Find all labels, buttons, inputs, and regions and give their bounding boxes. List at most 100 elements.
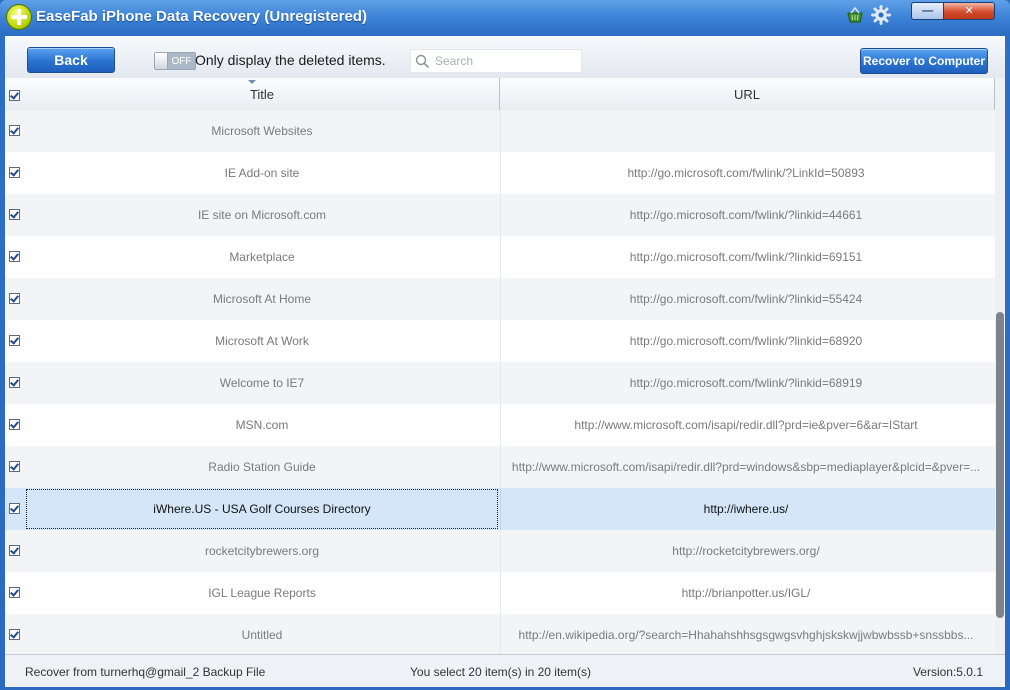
search-input[interactable]	[433, 52, 579, 70]
back-button[interactable]: Back	[27, 47, 115, 73]
row-checkbox[interactable]	[9, 503, 20, 514]
checkbox-checked-icon	[9, 90, 20, 101]
cell-title: Radio Station Guide	[25, 446, 499, 488]
title-text: Marketplace	[229, 250, 295, 264]
title-text: MSN.com	[235, 418, 289, 432]
table-row[interactable]: IE Add-on site http://go.microsoft.com/f…	[5, 152, 995, 194]
table-row[interactable]: MSN.com http://www.microsoft.com/isapi/r…	[5, 404, 995, 446]
table-row[interactable]: iWhere.US - USA Golf Courses Directory h…	[5, 488, 995, 530]
row-checkbox[interactable]	[9, 167, 20, 178]
cell-url: http://go.microsoft.com/fwlink/?linkid=6…	[500, 362, 991, 404]
vertical-scrollbar[interactable]	[995, 78, 1005, 654]
sort-indicator-icon	[248, 80, 256, 84]
title-text: IE Add-on site	[224, 166, 300, 180]
checkbox-checked-icon	[9, 377, 20, 388]
row-checkbox[interactable]	[9, 461, 20, 472]
title-text: Microsoft At Home	[212, 292, 312, 306]
cell-title: Untitled	[25, 614, 499, 654]
row-checkbox[interactable]	[9, 545, 20, 556]
title-text: IE site on Microsoft.com	[197, 208, 327, 222]
checkbox-checked-icon	[9, 503, 20, 514]
cell-title: Microsoft Websites	[25, 110, 499, 152]
checkbox-checked-icon	[9, 293, 20, 304]
cell-url: http://www.microsoft.com/isapi/redir.dll…	[500, 404, 991, 446]
title-bar[interactable]: EaseFab iPhone Data Recovery (Unregister…	[0, 0, 1010, 34]
cell-title: Microsoft At Home	[25, 278, 499, 320]
status-version: Version:5.0.1	[912, 665, 983, 679]
scrollbar-thumb[interactable]	[996, 312, 1004, 618]
table-row[interactable]: Microsoft Websites	[5, 110, 995, 152]
settings-gear-icon[interactable]	[871, 5, 891, 25]
title-text: Radio Station Guide	[208, 460, 316, 474]
cell-title: IGL League Reports	[25, 572, 499, 614]
cell-url: http://go.microsoft.com/fwlink/?linkid=6…	[500, 236, 991, 278]
title-text: iWhere.US - USA Golf Courses Directory	[153, 502, 371, 516]
checkbox-checked-icon	[9, 335, 20, 346]
cell-title: iWhere.US - USA Golf Courses Directory	[25, 488, 499, 530]
row-checkbox[interactable]	[9, 587, 20, 598]
table-header: Title URL	[5, 78, 995, 111]
url-text: http://brianpotter.us/IGL/	[681, 586, 811, 600]
table-row[interactable]: Untitled http://en.wikipedia.org/?search…	[5, 614, 995, 654]
cell-title: IE Add-on site	[25, 152, 499, 194]
title-text: Untitled	[241, 628, 283, 642]
title-text: Microsoft At Work	[215, 334, 309, 348]
table-row[interactable]: Microsoft At Work http://go.microsoft.co…	[5, 320, 995, 362]
cell-url: http://go.microsoft.com/fwlink/?LinkId=5…	[500, 152, 991, 194]
checkbox-checked-icon	[9, 125, 20, 136]
status-source: Recover from turnerhq@gmail_2 Backup Fil…	[25, 665, 266, 679]
title-text: rocketcitybrewers.org	[204, 544, 320, 558]
table-body: Microsoft Websites IE Add-on site http:/…	[5, 110, 995, 654]
table-row[interactable]: IE site on Microsoft.com http://go.micro…	[5, 194, 995, 236]
window-title: EaseFab iPhone Data Recovery (Unregister…	[36, 8, 367, 25]
app-logo-icon	[6, 4, 32, 30]
deleted-only-toggle[interactable]: OFF	[154, 52, 196, 70]
store-icon[interactable]	[845, 5, 865, 25]
cell-title: IE site on Microsoft.com	[25, 194, 499, 236]
row-checkbox[interactable]	[9, 419, 20, 430]
checkbox-checked-icon	[9, 209, 20, 220]
close-button[interactable]: ✕	[943, 2, 995, 20]
title-text: Welcome to IE7	[219, 376, 305, 390]
url-text: http://go.microsoft.com/fwlink/?linkid=6…	[629, 376, 863, 390]
row-checkbox[interactable]	[9, 629, 20, 640]
row-checkbox[interactable]	[9, 293, 20, 304]
row-checkbox[interactable]	[9, 209, 20, 220]
url-text: http://go.microsoft.com/fwlink/?LinkId=5…	[627, 166, 865, 180]
checkbox-checked-icon	[9, 545, 20, 556]
title-text: IGL League Reports	[208, 586, 316, 600]
select-all-checkbox[interactable]	[9, 90, 20, 101]
row-checkbox[interactable]	[9, 125, 20, 136]
url-text: http://go.microsoft.com/fwlink/?linkid=5…	[629, 292, 863, 306]
toggle-knob	[155, 53, 168, 69]
url-text: http://iwhere.us/	[703, 502, 789, 516]
row-checkbox[interactable]	[9, 251, 20, 262]
url-text: http://go.microsoft.com/fwlink/?linkid=6…	[629, 334, 863, 348]
cell-title: Microsoft At Work	[25, 320, 499, 362]
checkbox-checked-icon	[9, 251, 20, 262]
cell-url: http://go.microsoft.com/fwlink/?linkid=5…	[500, 278, 991, 320]
table-row[interactable]: Microsoft At Home http://go.microsoft.co…	[5, 278, 995, 320]
column-header-url[interactable]: URL	[500, 78, 995, 110]
checkbox-checked-icon	[9, 587, 20, 598]
table-row[interactable]: Radio Station Guide http://www.microsoft…	[5, 446, 995, 488]
url-text: http://www.microsoft.com/isapi/redir.dll…	[511, 460, 981, 474]
status-bar: Recover from turnerhq@gmail_2 Backup Fil…	[5, 654, 1005, 687]
table-row[interactable]: rocketcitybrewers.org http://rocketcityb…	[5, 530, 995, 572]
column-header-title[interactable]: Title	[25, 78, 500, 110]
items-table: Title URL Microsoft Websites IE Add-on s…	[5, 78, 1005, 654]
table-row[interactable]: IGL League Reports http://brianpotter.us…	[5, 572, 995, 614]
cell-title: Welcome to IE7	[25, 362, 499, 404]
cell-url: http://brianpotter.us/IGL/	[500, 572, 991, 614]
row-checkbox[interactable]	[9, 335, 20, 346]
search-icon	[415, 54, 429, 68]
recover-to-computer-button[interactable]: Recover to Computer	[860, 48, 988, 74]
status-selection-count: You select 20 item(s) in 20 item(s)	[410, 665, 591, 679]
cell-url: http://rocketcitybrewers.org/	[500, 530, 991, 572]
table-row[interactable]: Welcome to IE7 http://go.microsoft.com/f…	[5, 362, 995, 404]
minimize-button[interactable]: —	[911, 2, 944, 20]
toggle-state: OFF	[168, 53, 195, 69]
cell-url: http://en.wikipedia.org/?search=Hhahahsh…	[500, 614, 991, 654]
row-checkbox[interactable]	[9, 377, 20, 388]
table-row[interactable]: Marketplace http://go.microsoft.com/fwli…	[5, 236, 995, 278]
